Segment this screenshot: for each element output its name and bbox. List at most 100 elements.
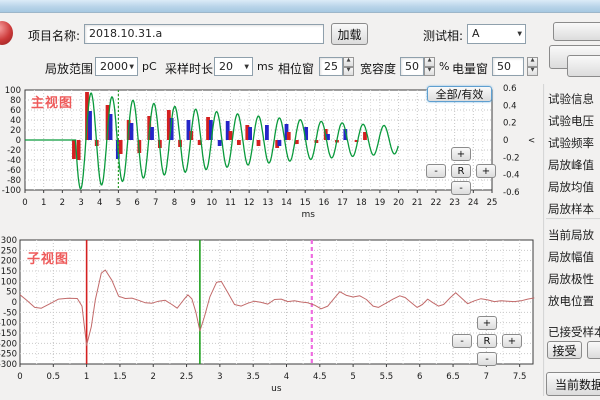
sub-zoom-in-horizontal-button[interactable]: +: [502, 334, 522, 348]
x-axis-tick-label: 3: [78, 198, 83, 208]
right-axis-tick-label: 0.2: [503, 119, 517, 129]
y-axis-tick-label: 200: [1, 257, 17, 267]
x-axis-tick-label: 1: [41, 198, 46, 208]
sidebar-item-label: 局放极性: [548, 271, 594, 287]
x-axis-tick-label: 16: [318, 198, 329, 208]
sidebar-item-label: 局放样本: [548, 201, 594, 217]
spin-up-icon[interactable]: ▲: [527, 57, 538, 67]
x-axis-tick-label: 1: [84, 372, 89, 382]
x-axis-tick-label: 6.5: [446, 372, 460, 382]
x-axis-tick-label: 7: [484, 372, 489, 382]
main-zoom-reset-button[interactable]: R: [451, 164, 471, 178]
y-axis-tick-label: -100: [2, 186, 21, 196]
pd-bar: [150, 127, 154, 140]
sample-duration-value: 20: [219, 60, 233, 73]
threshold-marker[interactable]: <: [528, 136, 535, 146]
spin-up-icon[interactable]: ▲: [343, 57, 354, 67]
tolerance-input[interactable]: 50: [400, 57, 424, 76]
x-axis-tick-label: 23: [449, 198, 460, 208]
y-axis-tick-label: 40: [10, 116, 21, 126]
chevron-down-icon: ▼: [244, 63, 249, 70]
right-axis-tick-label: -0.2: [503, 153, 520, 163]
x-axis-tick-label: 6: [417, 372, 422, 382]
sidebar-item-label: 局放峰值: [548, 157, 594, 173]
pd-range-unit: pC: [142, 60, 157, 73]
params-cut-button[interactable]: [567, 55, 600, 77]
x-axis-tick-label: 3: [217, 372, 222, 382]
sub-chart-svg: 300250200150100500-50-100-150-200-250-30…: [0, 236, 545, 396]
y-axis-tick-label: 0: [12, 298, 17, 308]
x-axis-tick-label: 7.5: [513, 372, 527, 382]
y-axis-tick-label: -150: [0, 329, 17, 339]
project-name-label: 项目名称:: [28, 27, 80, 44]
sub-zoom-out-vertical-button[interactable]: -: [477, 352, 497, 366]
accept-secondary-button[interactable]: [587, 341, 600, 359]
test-phase-label: 测试相:: [423, 27, 463, 44]
y-axis-tick-label: 150: [1, 267, 17, 277]
pd-bar: [257, 140, 261, 146]
all-valid-toggle-button[interactable]: 全部/有效: [427, 86, 492, 102]
y-axis-tick-label: -20: [7, 146, 21, 156]
x-axis-tick-label: 2: [60, 198, 65, 208]
sub-zoom-in-vertical-button[interactable]: +: [477, 316, 497, 330]
tolerance-label: 宽容度: [360, 60, 396, 77]
sub-zoom-out-horizontal-button[interactable]: -: [452, 334, 472, 348]
project-name-input[interactable]: 2018.10.31.a: [84, 24, 324, 44]
right-axis-tick-label: 0: [503, 136, 508, 146]
right-axis-tick-label: -0.6: [503, 188, 520, 198]
y-axis-tick-label: 250: [1, 246, 17, 256]
sidebar-item-label: 试验频率: [548, 135, 594, 151]
spin-down-icon[interactable]: ▼: [343, 67, 354, 77]
test-phase-select[interactable]: A ▼: [467, 24, 526, 44]
load-button[interactable]: 加载: [331, 23, 368, 45]
x-axis-tick-label: 21: [412, 198, 423, 208]
x-axis-unit-label: ms: [301, 210, 315, 220]
pd-range-value: 2000: [100, 60, 128, 73]
y-axis-tick-label: 80: [10, 96, 21, 106]
x-axis-tick-label: 4: [284, 372, 289, 382]
pd-bar: [119, 140, 123, 154]
x-axis-tick-label: 11: [225, 198, 236, 208]
main-zoom-in-vertical-button[interactable]: +: [451, 147, 471, 161]
spin-up-icon[interactable]: ▲: [424, 57, 435, 67]
phase-window-spinner[interactable]: ▲▼: [343, 57, 354, 76]
accept-button[interactable]: 接受: [547, 341, 582, 359]
x-axis-tick-label: 8: [172, 198, 177, 208]
charge-window-spinner[interactable]: ▲▼: [527, 57, 538, 76]
x-axis-tick-label: 24: [468, 198, 479, 208]
sample-duration-select[interactable]: 20 ▼: [214, 57, 253, 76]
y-axis-tick-label: 100: [1, 277, 17, 287]
main-zoom-out-horizontal-button[interactable]: -: [426, 164, 446, 178]
sub-zoom-reset-button[interactable]: R: [477, 334, 497, 348]
y-axis-tick-label: 50: [6, 288, 17, 298]
right-axis-tick-label: 0.4: [503, 101, 517, 111]
x-axis-tick-label: 13: [262, 198, 273, 208]
x-axis-tick-label: 5.5: [380, 372, 394, 382]
pd-bar: [278, 140, 282, 146]
sub-chart-title: 子视图: [27, 248, 69, 267]
main-zoom-out-vertical-button[interactable]: -: [451, 181, 471, 195]
pd-bar: [287, 132, 291, 140]
main-zoom-in-horizontal-button[interactable]: +: [476, 164, 496, 178]
x-axis-tick-label: 19: [375, 198, 386, 208]
spin-down-icon[interactable]: ▼: [424, 67, 435, 77]
current-data-button[interactable]: 当前数据: [546, 372, 600, 396]
sidebar-item-label: 局放均值: [548, 179, 594, 195]
pd-range-select[interactable]: 2000 ▼: [95, 57, 138, 76]
y-axis-tick-label: 60: [10, 106, 21, 116]
toolbar-cut-button-1[interactable]: [553, 22, 600, 41]
y-axis-tick-label: -40: [7, 156, 21, 166]
charge-window-input[interactable]: 50: [492, 57, 524, 76]
y-axis-tick-label: 20: [10, 126, 21, 136]
spin-down-icon[interactable]: ▼: [527, 67, 538, 77]
x-axis-tick-label: 0: [22, 198, 27, 208]
x-axis-tick-label: 0: [17, 372, 22, 382]
x-axis-tick-label: 4: [97, 198, 102, 208]
phase-window-input[interactable]: 25: [319, 57, 343, 76]
tolerance-spinner[interactable]: ▲▼: [424, 57, 435, 76]
chevron-down-icon: ▼: [129, 63, 134, 70]
x-axis-tick-label: 18: [356, 198, 367, 208]
charge-window-label: 电量窗: [452, 60, 488, 77]
tolerance-unit: %: [439, 60, 449, 73]
phase-window-label: 相位窗: [278, 60, 314, 77]
